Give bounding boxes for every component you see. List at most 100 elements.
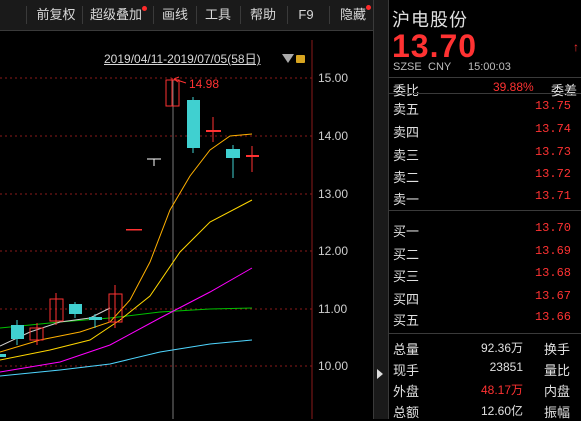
ask-label: 卖五 <box>393 102 420 117</box>
y-axis-tick: 13.00 <box>318 187 349 201</box>
lock-icon[interactable] <box>296 55 305 63</box>
bid-row: 买五 13.66 <box>389 307 581 328</box>
bid-price: 13.70 <box>534 221 571 235</box>
up-arrow-icon: ↑ <box>573 40 579 54</box>
bid-label: 买一 <box>393 224 420 239</box>
y-axis-tick: 10.00 <box>318 359 349 373</box>
bid-row: 买三 13.68 <box>389 263 581 284</box>
stat-label-secondary: 换手 <box>544 342 571 357</box>
toolbar-divider <box>153 6 154 24</box>
ask-label: 卖三 <box>393 148 420 163</box>
notification-dot-icon <box>366 5 371 10</box>
ask-price: 13.75 <box>534 99 571 113</box>
bid-label: 买五 <box>393 313 420 328</box>
toolbar-divider <box>240 6 241 24</box>
ask-row: 卖二 13.72 <box>389 164 581 185</box>
quote-time: 15:00:03 <box>468 61 511 73</box>
high-price-label: 14.98 <box>189 77 219 91</box>
ask-label: 卖二 <box>393 170 420 185</box>
y-axis-tick: 12.00 <box>318 244 349 258</box>
ask-price: 13.73 <box>534 145 571 159</box>
candle <box>187 100 200 148</box>
bid-price: 13.68 <box>534 266 571 280</box>
collapse-arrow-icon[interactable] <box>377 369 383 379</box>
panel-collapse-strip[interactable] <box>373 0 388 419</box>
stat-label: 外盘 <box>393 384 420 399</box>
toolbar-divider <box>196 6 197 24</box>
divider <box>389 210 581 211</box>
candle <box>0 354 6 357</box>
y-axis-tick: 15.00 <box>318 71 349 85</box>
divider <box>389 93 581 94</box>
tab-help[interactable]: 帮助 <box>245 0 281 30</box>
ma10-line <box>0 133 253 353</box>
stat-value: 92.36万 <box>480 341 523 355</box>
toolbar-divider <box>287 6 288 24</box>
stat-value: 48.17万 <box>480 383 523 397</box>
divider <box>389 333 581 334</box>
cursor-crosshair-icon <box>147 158 161 166</box>
stat-label: 现手 <box>393 363 420 378</box>
tab-forward-adjust[interactable]: 前复权 <box>32 0 80 30</box>
y-axis-tick: 11.00 <box>318 302 348 316</box>
bid-price: 13.67 <box>534 289 571 303</box>
bid-row: 买四 13.67 <box>389 286 581 307</box>
y-axis-tick: 14.00 <box>318 129 349 143</box>
ask-label: 卖四 <box>393 125 420 140</box>
candle <box>206 130 221 132</box>
ask-label: 卖一 <box>393 192 420 207</box>
stat-label: 总量 <box>393 342 420 357</box>
candle <box>246 155 259 157</box>
candles <box>0 78 259 357</box>
bid-label: 买四 <box>393 292 420 307</box>
ask-price: 13.72 <box>534 167 571 181</box>
stat-value: 12.60亿 <box>480 404 523 418</box>
bid-label: 买二 <box>393 247 420 262</box>
toolbar-divider <box>82 6 83 24</box>
stat-row: 现手 23851 量比 <box>389 358 581 378</box>
stat-row: 总量 92.36万 换手 <box>389 337 581 357</box>
stat-label: 总额 <box>393 405 420 420</box>
candle <box>11 325 24 339</box>
ask-row: 卖四 13.74 <box>389 119 581 140</box>
bid-row: 买一 13.70 <box>389 218 581 239</box>
candle <box>226 149 240 158</box>
ma30-line <box>0 267 253 373</box>
stat-row: 总额 12.60亿 振幅 <box>389 400 581 420</box>
stat-label-secondary: 振幅 <box>544 405 571 420</box>
stat-row: 外盘 48.17万 内盘 <box>389 379 581 399</box>
order-ratio-row: 委比 39.88% 委差 <box>389 77 581 98</box>
chart-grid <box>0 40 313 419</box>
ask-row: 卖五 13.75 <box>389 96 581 117</box>
ask-price: 13.71 <box>534 189 571 203</box>
ma60-line <box>0 307 253 329</box>
bid-row: 买二 13.69 <box>389 241 581 262</box>
ma120-line <box>0 339 253 377</box>
stat-label-secondary: 内盘 <box>544 384 571 399</box>
tab-tools[interactable]: 工具 <box>201 0 235 30</box>
toolbar-divider <box>329 6 330 24</box>
stat-label-secondary: 量比 <box>544 363 571 378</box>
bid-price: 13.66 <box>534 310 571 324</box>
order-ratio-value: 39.88% <box>493 80 534 94</box>
exchange-label: SZSE <box>393 61 422 73</box>
date-range-label[interactable]: 2019/04/11-2019/07/05(58日) <box>104 50 261 67</box>
tab-super-overlay[interactable]: 超级叠加 <box>86 0 146 30</box>
tab-f9[interactable]: F9 <box>292 0 320 30</box>
stat-value: 23851 <box>489 360 523 374</box>
ask-row: 卖一 13.71 <box>389 186 581 207</box>
tab-draw-line[interactable]: 画线 <box>158 0 192 30</box>
dropdown-arrow-icon[interactable] <box>282 54 294 63</box>
notification-dot-icon <box>142 6 147 11</box>
candle <box>69 304 82 314</box>
last-price: 13.70 <box>392 28 478 64</box>
bid-label: 买三 <box>393 269 420 284</box>
bid-price: 13.69 <box>534 244 571 258</box>
toolbar-divider <box>26 6 27 24</box>
chart-toolbar: 前复权 超级叠加 画线 工具 帮助 F9 隐藏 <box>0 0 378 31</box>
ask-row: 卖三 13.73 <box>389 142 581 163</box>
candle <box>89 317 102 320</box>
ask-price: 13.74 <box>534 122 571 136</box>
currency-label: CNY <box>428 61 452 73</box>
candle <box>126 229 142 231</box>
